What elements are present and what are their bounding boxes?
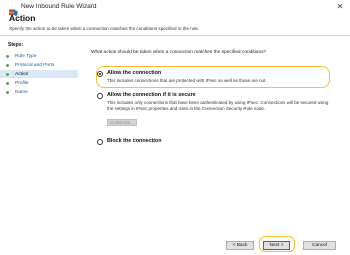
step-bullet-icon — [6, 54, 9, 58]
step-profile[interactable]: Profile — [6, 79, 29, 87]
option-allow-secure-description: This includes only connections that have… — [107, 100, 329, 111]
step-name[interactable]: Name — [6, 88, 28, 96]
step-label: Rule Type — [15, 53, 37, 59]
selected-option-highlight — [96, 66, 330, 88]
steps-title: Steps: — [8, 42, 24, 48]
step-bullet-icon — [6, 72, 9, 76]
option-block-label[interactable]: Block the connection — [107, 138, 162, 144]
step-label: Name — [15, 89, 28, 95]
page-title: Action — [9, 13, 36, 23]
action-question: What action should be taken when a conne… — [91, 50, 267, 55]
step-bullet-icon — [6, 90, 9, 94]
step-bullet-icon — [6, 81, 9, 85]
radio-block[interactable] — [97, 139, 103, 145]
step-label: Protocol and Ports — [15, 62, 55, 68]
page-description: Specify the action to be taken when a co… — [9, 26, 200, 31]
window-title: New Inbound Rule Wizard — [21, 3, 97, 10]
radio-allow-secure[interactable] — [97, 93, 103, 99]
steps-panel: Steps: Rule Type Protocol and Ports Acti… — [0, 36, 78, 255]
step-protocol-and-ports[interactable]: Protocol and Ports — [6, 61, 54, 69]
wizard-window: New Inbound Rule Wizard ✕ Action Specify… — [0, 0, 350, 255]
step-label: Profile — [15, 80, 29, 86]
close-icon[interactable]: ✕ — [334, 1, 346, 12]
next-button[interactable]: Next > — [263, 241, 290, 250]
firewall-shield-icon — [9, 3, 18, 16]
customize-button[interactable]: Customize... — [107, 119, 137, 126]
step-action[interactable]: Action — [0, 70, 78, 78]
title-bar: New Inbound Rule Wizard ✕ — [0, 0, 350, 16]
option-allow-secure-label[interactable]: Allow the connection if it is secure — [107, 92, 196, 98]
step-rule-type[interactable]: Rule Type — [6, 52, 37, 60]
step-bullet-icon — [6, 63, 9, 67]
cancel-button[interactable]: Cancel — [303, 241, 336, 250]
step-label: Action — [15, 71, 29, 77]
back-button[interactable]: < Back — [226, 241, 254, 250]
